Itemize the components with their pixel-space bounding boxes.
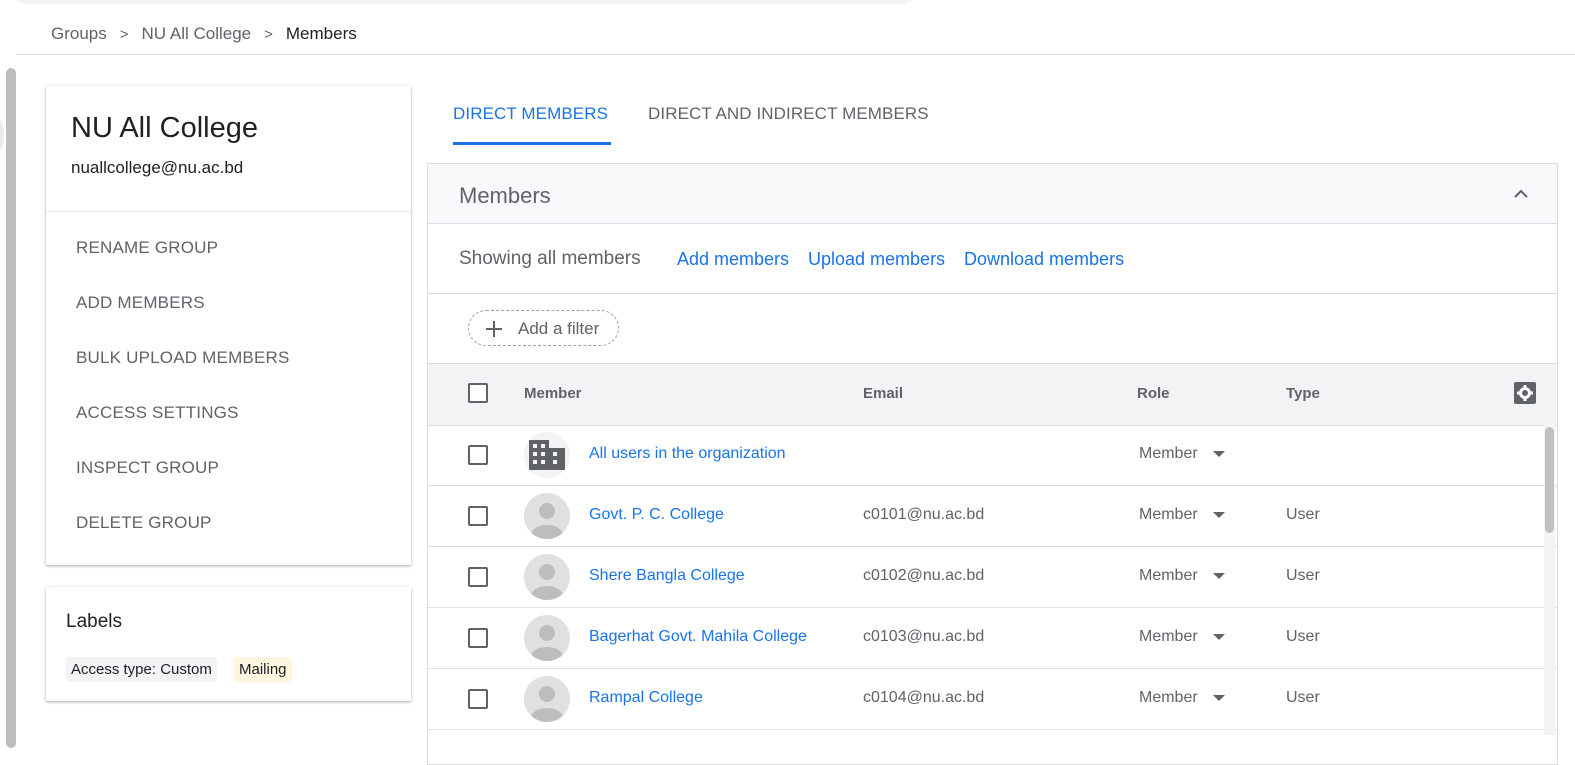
column-header-role[interactable]: Role bbox=[1137, 385, 1170, 402]
dropdown-caret-icon bbox=[1213, 695, 1225, 701]
avatar bbox=[524, 493, 570, 539]
member-email: c0104@nu.ac.bd bbox=[863, 689, 985, 706]
members-panel-header[interactable]: Members bbox=[428, 164, 1557, 224]
add-members-link[interactable]: Add members bbox=[677, 249, 789, 270]
header-divider bbox=[16, 54, 1575, 55]
role-dropdown[interactable]: Member bbox=[1139, 628, 1231, 650]
download-members-link[interactable]: Download members bbox=[964, 249, 1124, 270]
table-row[interactable]: Govt. P. C. College c0101@nu.ac.bd Membe… bbox=[428, 486, 1557, 547]
table-row[interactable]: Bagerhat Govt. Mahila College c0103@nu.a… bbox=[428, 608, 1557, 669]
members-panel-title: Members bbox=[459, 183, 551, 208]
dropdown-caret-icon bbox=[1213, 573, 1225, 579]
labels-title: Labels bbox=[66, 611, 122, 632]
add-filter-button[interactable]: Add a filter bbox=[468, 310, 619, 346]
add-filter-label: Add a filter bbox=[518, 319, 600, 338]
avatar bbox=[524, 554, 570, 600]
dropdown-caret-icon bbox=[1213, 634, 1225, 640]
top-search-bar bbox=[16, 0, 914, 4]
role-dropdown[interactable]: Member bbox=[1139, 506, 1231, 528]
breadcrumb-current: Members bbox=[285, 24, 357, 43]
filter-row: Add a filter bbox=[428, 294, 1557, 362]
avatar bbox=[524, 615, 570, 661]
breadcrumb-groups[interactable]: Groups bbox=[51, 24, 107, 44]
role-value: Member bbox=[1139, 445, 1198, 462]
row-checkbox[interactable] bbox=[468, 689, 488, 709]
member-name-link[interactable]: Bagerhat Govt. Mahila College bbox=[589, 628, 807, 646]
member-name-link[interactable]: Rampal College bbox=[589, 689, 703, 707]
labels-card: Labels Access type: Custom Mailing bbox=[46, 587, 411, 701]
member-name-link[interactable]: Govt. P. C. College bbox=[589, 506, 724, 524]
member-email: c0103@nu.ac.bd bbox=[863, 628, 985, 645]
rename-group-button[interactable]: RENAME GROUP bbox=[76, 238, 290, 293]
select-all-checkbox[interactable] bbox=[468, 383, 488, 403]
member-email: c0101@nu.ac.bd bbox=[863, 506, 985, 523]
role-dropdown[interactable]: Member bbox=[1139, 445, 1231, 467]
table-row[interactable]: Rampal College c0104@nu.ac.bd Member Use… bbox=[428, 669, 1557, 730]
member-name-link[interactable]: Shere Bangla College bbox=[589, 567, 745, 585]
row-checkbox[interactable] bbox=[468, 506, 488, 526]
member-name-link[interactable]: All users in the organization bbox=[589, 445, 786, 463]
members-actions-row: Showing all members Add members Upload m… bbox=[428, 224, 1557, 294]
row-checkbox[interactable] bbox=[468, 628, 488, 648]
inspect-group-button[interactable]: INSPECT GROUP bbox=[76, 458, 290, 513]
breadcrumb-group[interactable]: NU All College bbox=[142, 24, 252, 44]
table-scrollbar[interactable] bbox=[1544, 425, 1555, 735]
chevron-up-icon[interactable] bbox=[1513, 186, 1529, 202]
person-icon bbox=[531, 686, 563, 722]
role-value: Member bbox=[1139, 506, 1198, 523]
table-header: Member Email Role Type bbox=[428, 363, 1557, 426]
dropdown-caret-icon bbox=[1213, 512, 1225, 518]
group-name: NU All College bbox=[71, 112, 258, 144]
member-rows: All users in the organization Member Gov… bbox=[428, 425, 1557, 730]
row-checkbox[interactable] bbox=[468, 445, 488, 465]
breadcrumb: Groups > NU All College > Members bbox=[51, 22, 357, 46]
table-row[interactable]: Shere Bangla College c0102@nu.ac.bd Memb… bbox=[428, 547, 1557, 608]
member-type: User bbox=[1286, 506, 1320, 523]
row-checkbox[interactable] bbox=[468, 567, 488, 587]
group-info-card: NU All College nuallcollege@nu.ac.bd REN… bbox=[46, 86, 411, 565]
role-dropdown[interactable]: Member bbox=[1139, 567, 1231, 589]
mailing-chip: Mailing bbox=[234, 657, 292, 682]
tab-direct-and-indirect-members[interactable]: DIRECT AND INDIRECT MEMBERS bbox=[648, 104, 929, 124]
breadcrumb-chevron-icon: > bbox=[119, 25, 129, 43]
members-panel: Members Showing all members Add members … bbox=[427, 163, 1558, 765]
gear-icon[interactable] bbox=[1514, 382, 1536, 404]
column-header-type[interactable]: Type bbox=[1286, 385, 1320, 402]
person-icon bbox=[531, 503, 563, 539]
member-type: User bbox=[1286, 567, 1320, 584]
column-header-member[interactable]: Member bbox=[524, 385, 582, 402]
avatar bbox=[524, 432, 570, 478]
role-value: Member bbox=[1139, 567, 1198, 584]
group-email: nuallcollege@nu.ac.bd bbox=[71, 158, 244, 177]
member-email: c0102@nu.ac.bd bbox=[863, 567, 985, 584]
scrollbar-thumb[interactable] bbox=[1545, 427, 1554, 533]
tab-direct-members[interactable]: DIRECT MEMBERS bbox=[453, 104, 608, 124]
role-value: Member bbox=[1139, 628, 1198, 645]
access-type-chip: Access type: Custom bbox=[66, 657, 217, 682]
bulk-upload-members-button[interactable]: BULK UPLOAD MEMBERS bbox=[76, 348, 290, 403]
avatar bbox=[524, 676, 570, 722]
access-settings-button[interactable]: ACCESS SETTINGS bbox=[76, 403, 290, 458]
member-type: User bbox=[1286, 689, 1320, 706]
upload-members-link[interactable]: Upload members bbox=[808, 249, 945, 270]
add-members-button[interactable]: ADD MEMBERS bbox=[76, 293, 290, 348]
divider bbox=[46, 211, 411, 212]
column-header-email[interactable]: Email bbox=[863, 385, 903, 402]
member-type: User bbox=[1286, 628, 1320, 645]
left-scrollbar[interactable] bbox=[6, 68, 16, 748]
building-icon bbox=[529, 440, 565, 470]
role-value: Member bbox=[1139, 689, 1198, 706]
side-panel-handle[interactable] bbox=[0, 118, 4, 152]
active-tab-indicator bbox=[453, 142, 611, 145]
dropdown-caret-icon bbox=[1213, 451, 1225, 457]
breadcrumb-chevron-icon: > bbox=[264, 25, 273, 43]
delete-group-button[interactable]: DELETE GROUP bbox=[76, 513, 290, 568]
plus-icon bbox=[486, 321, 502, 337]
table-row[interactable]: All users in the organization Member bbox=[428, 425, 1557, 486]
role-dropdown[interactable]: Member bbox=[1139, 689, 1231, 711]
group-action-list: RENAME GROUP ADD MEMBERS BULK UPLOAD MEM… bbox=[76, 238, 290, 568]
showing-all-members-text: Showing all members bbox=[459, 248, 641, 269]
person-icon bbox=[531, 625, 563, 661]
person-icon bbox=[531, 564, 563, 600]
